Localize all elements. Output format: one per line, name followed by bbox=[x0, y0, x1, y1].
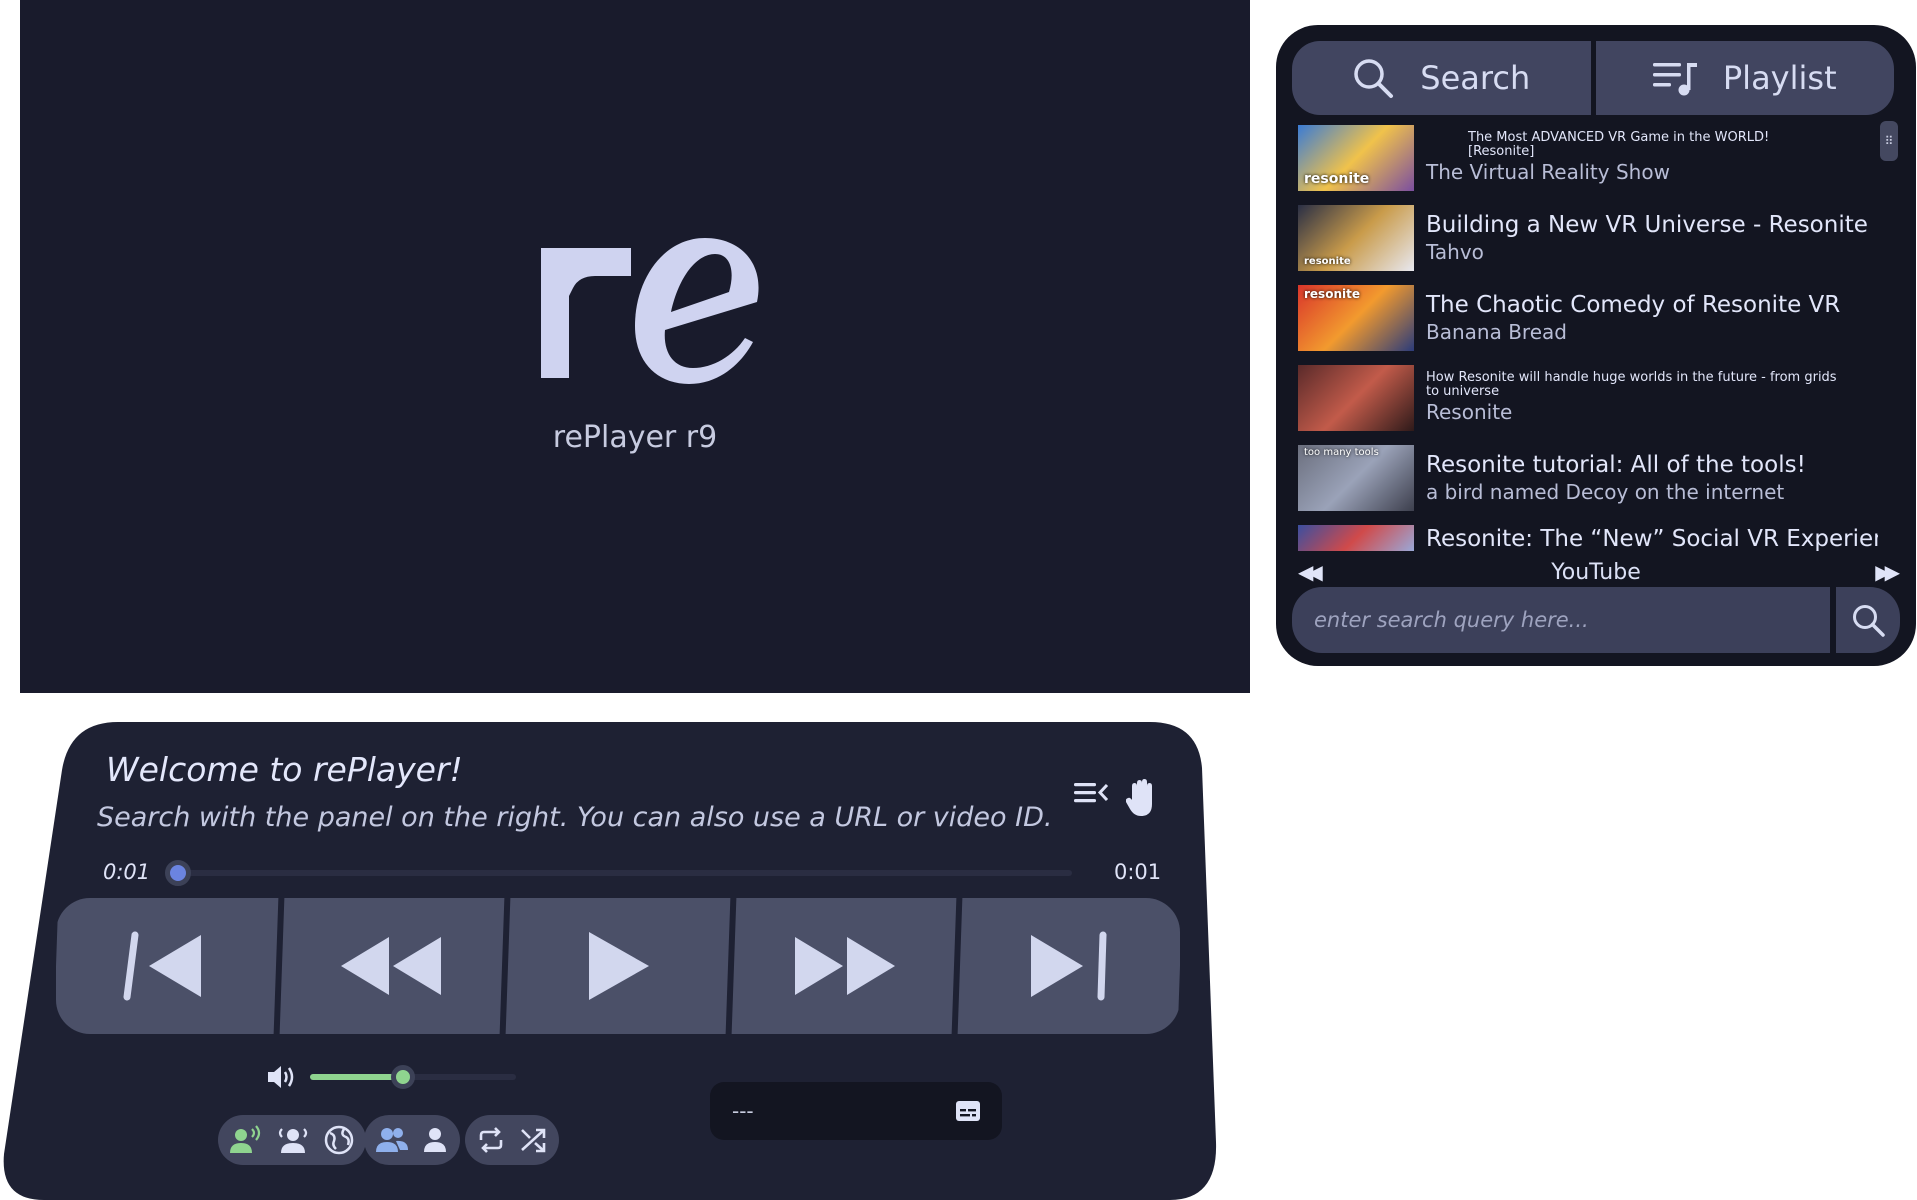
repeat-icon[interactable] bbox=[477, 1126, 505, 1154]
tab-playlist[interactable]: Playlist bbox=[1595, 41, 1894, 115]
result-title: Resonite: The “New” Social VR Experience bbox=[1426, 526, 1878, 552]
broadcast-group-icon[interactable] bbox=[276, 1125, 310, 1155]
seek-handle[interactable] bbox=[165, 860, 191, 886]
result-channel: a bird named Decoy on the internet bbox=[1426, 480, 1785, 504]
replayer-logo-mark bbox=[541, 238, 759, 384]
subtitles-icon bbox=[956, 1101, 980, 1121]
top-icons bbox=[1074, 778, 1158, 818]
subtitle-selector[interactable]: --- bbox=[710, 1082, 1002, 1140]
video-thumbnail bbox=[1298, 525, 1414, 551]
scrollbar-handle[interactable]: ⠿ bbox=[1880, 121, 1898, 161]
list-item[interactable]: resonite Building a New VR Universe - Re… bbox=[1298, 205, 1878, 271]
rewind-icon bbox=[341, 937, 441, 995]
globe-icon[interactable] bbox=[324, 1125, 354, 1155]
time-current: 0:01 bbox=[103, 860, 151, 884]
browser-panel: Search Playlist resonite The Most ADVANC… bbox=[1276, 25, 1916, 666]
thumbnail-tag: too many tools bbox=[1304, 447, 1379, 458]
queue-icon[interactable] bbox=[1074, 778, 1108, 808]
video-thumbnail: resonite bbox=[1298, 285, 1414, 351]
replayer-logo bbox=[535, 218, 775, 398]
hand-icon[interactable] bbox=[1126, 778, 1158, 818]
list-item[interactable]: too many tools Resonite tutorial: All of… bbox=[1298, 445, 1878, 511]
controller-panel: Welcome to rePlayer! Search with the pan… bbox=[0, 722, 1220, 1200]
result-title: The Most ADVANCED VR Game in the WORLD! … bbox=[1468, 130, 1770, 159]
play-icon bbox=[589, 932, 649, 1000]
result-title: Building a New VR Universe - Resonite bbox=[1426, 212, 1868, 238]
seek-bar[interactable] bbox=[165, 860, 1072, 886]
skip-next-icon bbox=[1031, 931, 1107, 1001]
next-button[interactable] bbox=[957, 898, 1180, 1034]
volume-handle[interactable] bbox=[390, 1065, 415, 1089]
search-button[interactable] bbox=[1836, 587, 1900, 653]
volume-control bbox=[266, 1064, 516, 1090]
search-icon bbox=[1853, 605, 1885, 637]
result-title: The Chaotic Comedy of Resonite VR bbox=[1426, 292, 1841, 318]
volume-slider[interactable] bbox=[310, 1065, 516, 1089]
playback-mode-group bbox=[465, 1115, 559, 1165]
tab-search[interactable]: Search bbox=[1292, 41, 1591, 115]
shuffle-icon[interactable] bbox=[519, 1126, 547, 1154]
result-title: Resonite tutorial: All of the tools! bbox=[1426, 452, 1806, 478]
subtitle-track-label: --- bbox=[732, 1099, 754, 1123]
thumbnail-tag: resonite bbox=[1304, 256, 1351, 267]
video-thumbnail: resonite bbox=[1298, 125, 1414, 191]
version-label: rePlayer r9 bbox=[552, 420, 718, 455]
volume-fill bbox=[310, 1074, 403, 1080]
tab-search-label: Search bbox=[1420, 59, 1531, 97]
rewind-button[interactable] bbox=[279, 898, 505, 1034]
fast-forward-icon[interactable]: ▶▶ bbox=[1875, 560, 1900, 584]
fast-forward-button[interactable] bbox=[731, 898, 957, 1034]
video-screen[interactable]: rePlayer r9 bbox=[20, 0, 1250, 693]
search-bar bbox=[1292, 587, 1900, 653]
playlist-icon bbox=[1652, 63, 1697, 96]
result-channel: Tahvo bbox=[1426, 240, 1484, 264]
user-icon[interactable] bbox=[422, 1126, 448, 1154]
search-input[interactable] bbox=[1292, 587, 1830, 653]
video-thumbnail bbox=[1298, 365, 1414, 431]
list-item[interactable]: resonite The Chaotic Comedy of Resonite … bbox=[1298, 285, 1878, 351]
users-icon[interactable] bbox=[376, 1126, 408, 1154]
welcome-subtitle: Search with the panel on the right. You … bbox=[97, 802, 1053, 833]
source-row: ◀◀ YouTube ▶▶ bbox=[1298, 554, 1900, 590]
sync-mode-group bbox=[218, 1115, 366, 1165]
result-channel: Resonite bbox=[1426, 400, 1513, 424]
permission-group bbox=[364, 1115, 460, 1165]
play-button[interactable] bbox=[505, 898, 731, 1034]
speaker-icon[interactable] bbox=[266, 1064, 296, 1090]
fast-forward-icon bbox=[795, 937, 895, 995]
list-item[interactable]: Resonite: The “New” Social VR Experience bbox=[1298, 525, 1878, 552]
previous-button[interactable] bbox=[56, 898, 279, 1034]
welcome-title: Welcome to rePlayer! bbox=[106, 750, 463, 789]
broadcast-user-icon[interactable] bbox=[230, 1125, 262, 1155]
result-channel: The Virtual Reality Show bbox=[1426, 160, 1670, 184]
tab-playlist-label: Playlist bbox=[1722, 59, 1837, 97]
transport-controls bbox=[56, 898, 1180, 1034]
search-icon bbox=[1354, 59, 1394, 98]
skip-previous-icon bbox=[123, 931, 201, 1001]
video-thumbnail: too many tools bbox=[1298, 445, 1414, 511]
rewind-icon[interactable]: ◀◀ bbox=[1298, 560, 1323, 584]
thumbnail-tag: resonite bbox=[1304, 287, 1360, 301]
video-thumbnail: resonite bbox=[1298, 205, 1414, 271]
result-title: How Resonite will handle huge worlds in … bbox=[1426, 370, 1837, 399]
source-label: YouTube bbox=[1551, 559, 1641, 585]
time-total: 0:01 bbox=[1114, 860, 1162, 884]
results-list: resonite The Most ADVANCED VR Game in th… bbox=[1298, 125, 1878, 571]
list-item[interactable]: How Resonite will handle huge worlds in … bbox=[1298, 365, 1878, 431]
thumbnail-tag: resonite bbox=[1304, 171, 1370, 187]
list-item[interactable]: resonite The Most ADVANCED VR Game in th… bbox=[1298, 125, 1878, 191]
result-channel: Banana Bread bbox=[1426, 320, 1567, 344]
tab-bar: Search Playlist bbox=[1292, 41, 1894, 115]
